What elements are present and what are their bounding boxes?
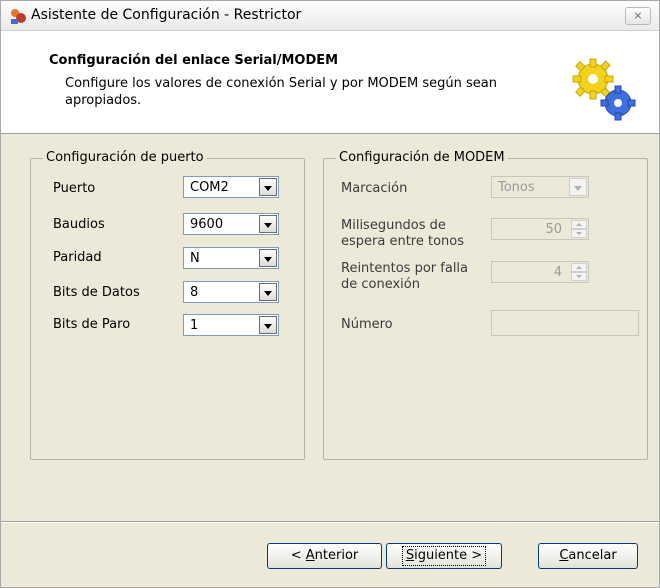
parity-combobox[interactable]: N xyxy=(183,247,279,269)
wizard-window: Asistente de Configuración - Restrictor … xyxy=(0,0,660,588)
wizard-header: Configuración del enlace Serial/MODEM Co… xyxy=(1,31,659,134)
back-label: nterior xyxy=(314,548,359,563)
back-prefix: < xyxy=(290,548,306,563)
modem-config-legend: Configuración de MODEM xyxy=(336,150,508,165)
wait-stepper[interactable] xyxy=(571,220,587,238)
chevron-down-icon[interactable] xyxy=(259,283,277,301)
next-label: iguiente > xyxy=(414,548,483,563)
data-bits-value: 8 xyxy=(190,285,199,300)
app-icon xyxy=(11,9,26,24)
cancel-label: ancelar xyxy=(568,548,617,563)
arrow-up-icon[interactable] xyxy=(571,263,587,272)
stop-bits-combobox[interactable]: 1 xyxy=(183,314,279,336)
retries-label: Reintentos por falla de conexión xyxy=(341,261,469,292)
chevron-down-icon[interactable] xyxy=(259,249,277,267)
baud-label: Baudios xyxy=(53,217,105,232)
chevron-down-icon[interactable] xyxy=(569,178,587,196)
port-config-legend: Configuración de puerto xyxy=(43,150,207,165)
modem-config-group: Configuración de MODEM xyxy=(323,150,648,460)
port-value: COM2 xyxy=(190,180,229,195)
back-button[interactable]: < Anterior xyxy=(267,543,382,569)
window-title: Asistente de Configuración - Restrictor xyxy=(31,7,302,23)
number-input[interactable] xyxy=(491,310,639,336)
dial-combobox[interactable]: Tonos xyxy=(491,176,589,198)
baud-value: 9600 xyxy=(190,217,224,232)
data-bits-label: Bits de Datos xyxy=(53,285,140,300)
port-combobox[interactable]: COM2 xyxy=(183,176,279,198)
baud-combobox[interactable]: 9600 xyxy=(183,213,279,235)
port-label: Puerto xyxy=(53,181,96,196)
data-bits-combobox[interactable]: 8 xyxy=(183,281,279,303)
close-button[interactable]: ⨯ xyxy=(625,7,651,25)
wait-value: 50 xyxy=(545,222,562,237)
dial-label: Marcación xyxy=(341,181,408,196)
chevron-down-icon[interactable] xyxy=(259,316,277,334)
port-config-group: Configuración de puerto xyxy=(30,150,305,460)
next-mnemonic: S xyxy=(405,548,415,563)
arrow-down-icon[interactable] xyxy=(571,229,587,238)
parity-value: N xyxy=(190,251,200,266)
close-icon: ⨯ xyxy=(633,9,643,22)
arrow-down-icon[interactable] xyxy=(571,272,587,281)
gears-icon xyxy=(572,58,636,121)
back-mnemonic: A xyxy=(305,548,315,563)
retries-value: 4 xyxy=(553,265,562,280)
number-label: Número xyxy=(341,317,393,332)
stop-bits-label: Bits de Paro xyxy=(53,317,131,332)
next-button[interactable]: Siguiente > xyxy=(386,543,502,569)
retries-spinbox[interactable]: 4 xyxy=(491,261,589,283)
retries-stepper[interactable] xyxy=(571,263,587,281)
wait-label: Milisegundos de espera entre tonos xyxy=(341,218,465,249)
page-description: Configure los valores de conexión Serial… xyxy=(65,76,497,108)
chevron-down-icon[interactable] xyxy=(259,215,277,233)
wait-spinbox[interactable]: 50 xyxy=(491,218,589,240)
chevron-down-icon[interactable] xyxy=(259,178,277,196)
arrow-up-icon[interactable] xyxy=(571,220,587,229)
parity-label: Paridad xyxy=(53,250,102,265)
title-bar[interactable]: Asistente de Configuración - Restrictor … xyxy=(1,1,659,31)
page-title: Configuración del enlace Serial/MODEM xyxy=(49,53,339,68)
cancel-button[interactable]: Cancelar xyxy=(538,543,638,569)
dial-value: Tonos xyxy=(498,180,535,195)
footer-divider xyxy=(1,521,659,523)
stop-bits-value: 1 xyxy=(190,318,199,333)
